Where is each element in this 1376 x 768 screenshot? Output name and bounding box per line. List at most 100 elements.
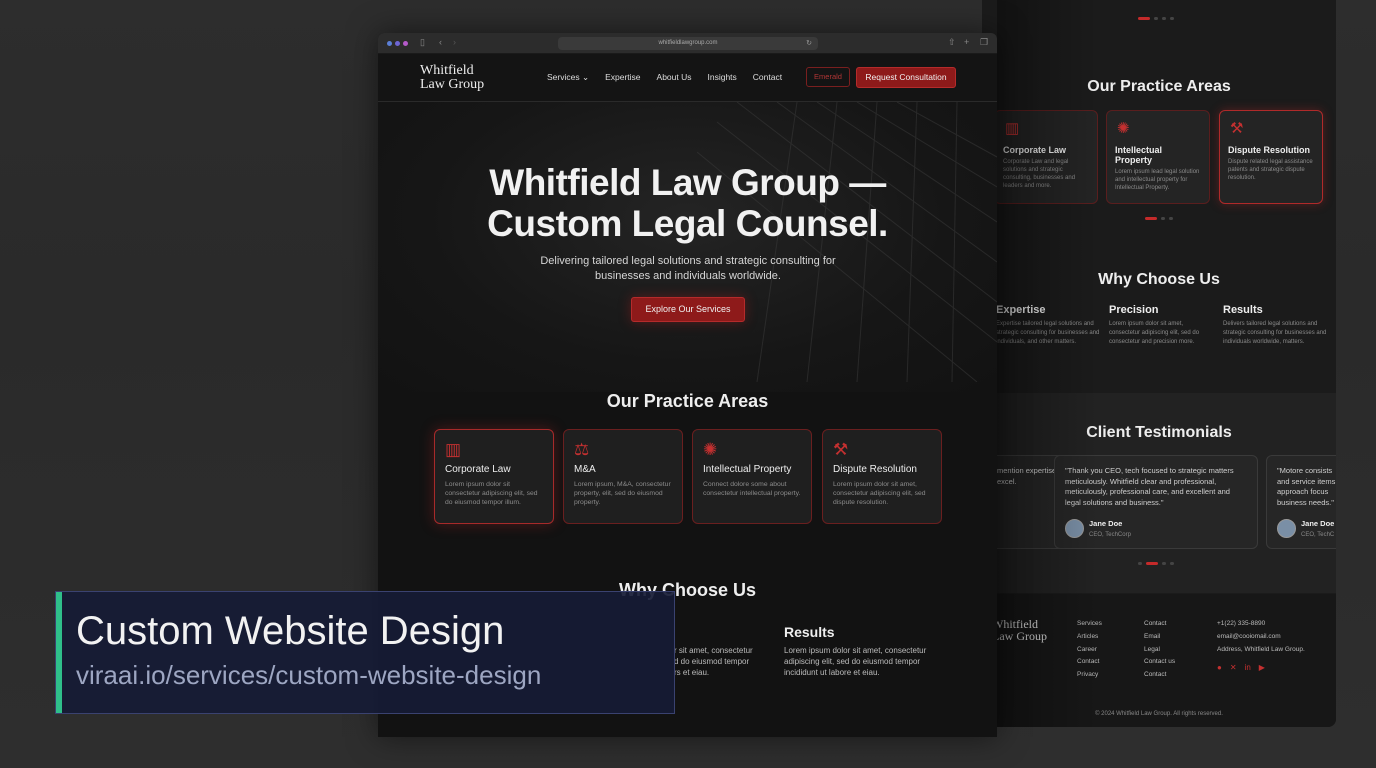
chevron-down-icon: ⌄ [581, 72, 590, 82]
footer-link[interactable]: Articles [1077, 631, 1102, 644]
avatar [1065, 519, 1084, 538]
facebook-icon[interactable]: ● [1217, 663, 1222, 672]
footer-email[interactable]: email@cooiomail.com [1217, 631, 1305, 644]
footer-link[interactable]: Contact [1144, 618, 1175, 631]
site-logo[interactable]: Whitfield Law Group [420, 64, 484, 92]
reload-icon[interactable]: ↻ [806, 37, 812, 50]
testimonial-quote: "Thank you CEO, tech focused to strategi… [1065, 466, 1234, 507]
sidebar-icon[interactable]: ▯ [420, 37, 425, 48]
new-tab-icon[interactable]: + [964, 37, 969, 47]
footer-col-info: +1(22) 335-8890 email@cooiomail.com Addr… [1217, 618, 1305, 656]
testimonial-name: Jane Doe [1089, 519, 1123, 528]
footer-logo[interactable]: Whitfield Law Group [992, 618, 1047, 642]
nav-link-services[interactable]: Services ⌄ [547, 72, 589, 83]
footer-link[interactable]: Email [1144, 631, 1175, 644]
hero-title: Whitfield Law Group — Custom Legal Couns… [378, 162, 997, 244]
practice-card-dispute-resolution[interactable]: ⚒ Dispute Resolution Lorem ipsum dolor s… [822, 429, 942, 524]
share-icon[interactable]: ⇧ [948, 37, 956, 48]
backdrop-why-heading: Why Choose Us [1098, 271, 1220, 288]
backdrop-page: Our Practice Areas ▥ Corporate Law Corpo… [982, 0, 1336, 727]
practice-card-desc: Connect dolore some about consectetur in… [703, 481, 801, 497]
backdrop-practice-heading: Our Practice Areas [1087, 78, 1231, 95]
copyright: © 2024 Whitfield Law Group. All rights r… [1095, 711, 1223, 717]
practice-card-corporate-law[interactable]: ▥ Corporate Law Lorem ipsum dolor sit co… [434, 429, 554, 524]
scales-icon: ⚖ [574, 440, 590, 459]
footer-address: Address, Whitfield Law Group. [1217, 645, 1305, 653]
window-dot-blue[interactable] [387, 41, 392, 46]
footer-phone: +1(22) 335-8890 [1217, 620, 1266, 627]
practice-card-title: M&A [574, 464, 596, 475]
why-item-results: Results Lorem ipsum dolor sit amet, cons… [784, 624, 926, 678]
why-item-desc: r sit amet, consectetur d do eiusmod tem… [674, 645, 753, 678]
footer-link[interactable]: Contact [1144, 669, 1175, 682]
why-item-desc: Expertise tailored legal solutions and s… [996, 321, 1100, 345]
why-item-desc: Delivers tailored legal solutions and st… [1223, 321, 1327, 345]
practice-card-desc: Lorem ipsum dolor sit consectetur adipis… [445, 481, 538, 506]
footer-logo-line: Law Group [992, 629, 1047, 643]
practice-card-title: Corporate Law [445, 464, 511, 475]
request-consultation-button[interactable]: Request Consultation [856, 67, 956, 88]
back-icon[interactable]: ‹ [439, 37, 442, 47]
footer-link[interactable]: Privacy [1077, 669, 1102, 682]
footer-col-links: Services Articles Career Contact Privacy [1077, 618, 1102, 682]
practice-card-title: Dispute Resolution [833, 464, 917, 475]
nav-links: Services ⌄ Expertise About Us Insights C… [547, 72, 782, 83]
practice-card-desc: Lorem ipsum dolor sit amet, consectetur … [833, 481, 926, 506]
window-dot-indigo[interactable] [395, 41, 400, 46]
footer-col-contact: Contact Email Legal Contact us Contact [1144, 618, 1175, 682]
caption-url[interactable]: viraai.io/services/custom-website-design [76, 660, 541, 691]
testimonial-card[interactable]: "Motore consists and service items appro… [1266, 455, 1336, 549]
footer-link[interactable]: Contact us [1144, 656, 1175, 669]
forward-icon[interactable]: › [453, 37, 456, 47]
backdrop-card-desc: Corporate Law and legal solutions and st… [1003, 159, 1076, 189]
building-icon: ▥ [1005, 120, 1020, 137]
why-item-desc: Lorem ipsum dolor sit amet, consectetur … [1109, 321, 1200, 345]
backdrop-card-title: Intellectual Property [1115, 145, 1163, 165]
hero-subtitle-line: Delivering tailored legal solutions and … [540, 255, 836, 267]
practice-card-ma[interactable]: ⚖ M&A Lorem ipsum, M&A, consectetur prop… [563, 429, 683, 524]
lightbulb-icon: ✺ [703, 440, 718, 459]
footer-link[interactable]: Legal [1144, 644, 1175, 657]
practice-card-desc: Lorem ipsum, M&A, consectetur property, … [574, 481, 671, 506]
explore-services-button[interactable]: Explore Our Services [631, 297, 745, 322]
backdrop-card-corporate-law[interactable]: ▥ Corporate Law Corporate Law and legal … [994, 110, 1098, 204]
nav-link-expertise[interactable]: Expertise [605, 72, 640, 83]
emerald-button[interactable]: Emerald [806, 67, 850, 87]
linkedin-icon[interactable]: in [1245, 663, 1251, 672]
practice-card-title: Intellectual Property [703, 464, 792, 475]
why-desc-line: adipiscing elit, sed do eiusmod tempor [784, 657, 921, 666]
carousel-dots [1138, 562, 1174, 565]
why-desc-line: incididunt ut labore et eiau. [784, 668, 880, 677]
hero-subtitle: Delivering tailored legal solutions and … [518, 254, 858, 284]
why-desc-line: rs et eiau. [674, 668, 710, 677]
testimonial-card[interactable]: "Thank you CEO, tech focused to strategi… [1054, 455, 1258, 549]
why-item-desc: Lorem ipsum dolor sit amet, consectetur … [784, 645, 926, 678]
caption-overlay: Custom Website Design viraai.io/services… [55, 591, 675, 714]
caption-title: Custom Website Design [76, 609, 505, 653]
footer-link[interactable]: Career [1077, 644, 1102, 657]
footer-link[interactable]: Contact [1077, 656, 1102, 669]
avatar [1277, 519, 1296, 538]
practice-heading: Our Practice Areas [606, 391, 769, 411]
backdrop-card-title: Corporate Law [1003, 145, 1067, 155]
address-bar[interactable]: whitfieldlawgroup.com ↻ [558, 37, 818, 50]
nav-link-insights[interactable]: Insights [708, 72, 737, 83]
nav-link-about[interactable]: About Us [657, 72, 692, 83]
nav-link-contact[interactable]: Contact [753, 72, 782, 83]
why-desc-line: Lorem ipsum dolor sit amet, consectetur [784, 646, 927, 655]
building-icon: ▥ [445, 440, 462, 459]
youtube-icon[interactable]: ▶ [1259, 663, 1265, 672]
backdrop-card-intellectual-property[interactable]: ✺ Intellectual Property Lorem ipsum lead… [1106, 110, 1210, 204]
window-dot-purple[interactable] [403, 41, 408, 46]
backdrop-card-dispute-resolution[interactable]: ⚒ Dispute Resolution Dispute related leg… [1219, 110, 1323, 204]
practice-card-intellectual-property[interactable]: ✺ Intellectual Property Connect dolore s… [692, 429, 812, 524]
footer-link[interactable]: Services [1077, 618, 1102, 631]
backdrop-card-desc: Dispute related legal assistance patents… [1228, 159, 1313, 181]
hero-title-line: Custom Legal Counsel. [487, 203, 888, 244]
why-item-partial: . r sit amet, consectetur d do eiusmod t… [674, 624, 753, 678]
testimonials-section: Client Testimonials mention expertise ex… [982, 393, 1336, 593]
gavel-icon: ⚒ [1230, 120, 1244, 137]
x-icon[interactable]: ✕ [1230, 663, 1237, 672]
gavel-icon: ⚒ [833, 440, 849, 459]
tabs-icon[interactable]: ❐ [980, 37, 988, 48]
